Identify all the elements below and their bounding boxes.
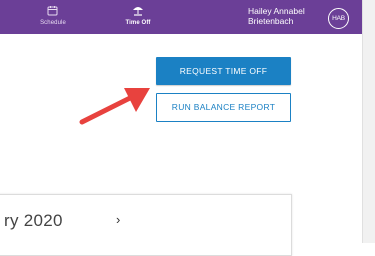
next-month-button[interactable]: › xyxy=(116,212,120,227)
nav-time-off[interactable]: Time Off xyxy=(115,4,161,30)
avatar[interactable]: HAB xyxy=(328,8,349,29)
red-arrow-icon xyxy=(79,88,150,125)
nav-schedule[interactable]: Schedule xyxy=(30,4,76,30)
request-time-off-button[interactable]: REQUEST TIME OFF xyxy=(156,57,291,85)
user-name[interactable]: Hailey Annabel Brietenbach xyxy=(248,6,318,26)
nav-schedule-label: Schedule xyxy=(40,20,66,26)
scrollbar[interactable] xyxy=(362,0,375,243)
calendar-month-label: ry 2020 xyxy=(4,211,63,230)
top-navigation-bar: Schedule Time Off Hailey Annabel Brieten… xyxy=(0,0,362,34)
beach-umbrella-icon xyxy=(133,7,143,16)
run-balance-report-button[interactable]: RUN BALANCE REPORT xyxy=(156,93,291,122)
calendar-icon xyxy=(47,6,58,16)
nav-time-off-label: Time Off xyxy=(125,20,151,26)
